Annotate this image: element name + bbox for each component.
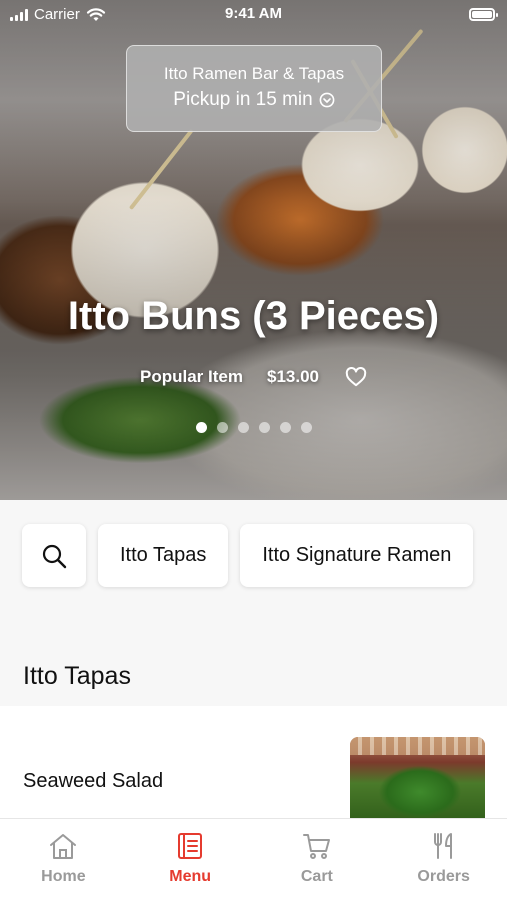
carousel-dot[interactable] xyxy=(237,422,249,433)
battery-icon xyxy=(469,8,498,21)
section-title: Itto Tapas xyxy=(23,662,131,690)
featured-item-price: $13.00 xyxy=(266,367,319,386)
tab-menu[interactable]: Menu xyxy=(127,819,254,900)
tab-bar: Home Menu Cart Orders xyxy=(0,818,507,900)
carousel-dot[interactable] xyxy=(216,422,228,433)
category-chip-itto-tapas[interactable]: Itto Tapas xyxy=(98,524,229,587)
search-button[interactable] xyxy=(22,524,86,587)
carousel-dot[interactable] xyxy=(279,422,291,433)
menu-icon xyxy=(178,833,203,859)
home-icon xyxy=(50,834,77,859)
carousel-pagination[interactable] xyxy=(0,422,507,433)
cart-icon xyxy=(302,834,330,859)
pickup-selector[interactable]: Itto Ramen Bar & Tapas Pickup in 15 min xyxy=(126,45,382,132)
tab-cart-label: Cart xyxy=(300,868,333,885)
menu-item[interactable]: Seaweed Salad xyxy=(0,706,507,821)
heart-icon[interactable] xyxy=(345,367,367,387)
pickup-time: Pickup in 15 min xyxy=(173,89,313,110)
carousel-dot[interactable] xyxy=(258,422,270,433)
tab-home[interactable]: Home xyxy=(0,819,127,900)
menu-item-photo xyxy=(350,737,485,821)
status-bar: Carrier 9:41 AM xyxy=(0,0,507,30)
category-chip-itto-signature-ramen[interactable]: Itto Signature Ramen xyxy=(240,524,474,587)
clock: 9:41 AM xyxy=(225,5,282,22)
popular-badge: Popular Item xyxy=(140,367,243,386)
tab-cart[interactable]: Cart xyxy=(254,819,381,900)
tab-orders[interactable]: Orders xyxy=(380,819,507,900)
carousel-dot[interactable] xyxy=(195,422,207,433)
tab-orders-label: Orders xyxy=(417,868,470,885)
search-icon xyxy=(42,544,67,568)
category-bar: Itto Tapas Itto Signature Ramen xyxy=(22,524,474,587)
featured-item-title[interactable]: Itto Buns (3 Pieces) xyxy=(0,294,507,339)
restaurant-name: Itto Ramen Bar & Tapas xyxy=(163,64,345,83)
carousel-dot[interactable] xyxy=(300,422,312,433)
chevron-down-icon xyxy=(319,92,335,108)
menu-item-name: Seaweed Salad xyxy=(23,770,164,792)
fork-knife-icon xyxy=(433,833,452,859)
tab-home-label: Home xyxy=(41,868,86,885)
tab-menu-label: Menu xyxy=(169,868,212,885)
